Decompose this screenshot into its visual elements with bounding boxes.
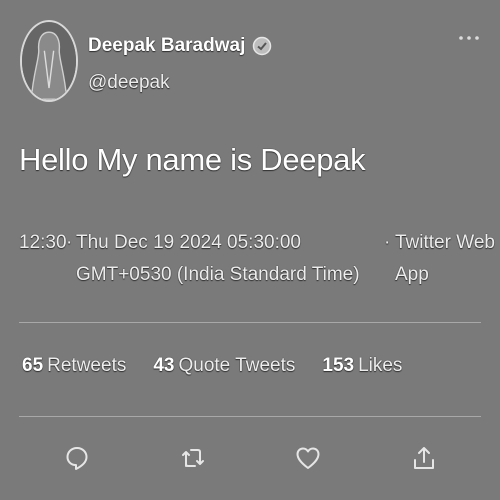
share-button[interactable]: [407, 438, 441, 478]
avatar-image: [22, 22, 76, 100]
like-button[interactable]: [291, 438, 325, 478]
share-icon: [414, 447, 434, 469]
retweets-count: 65: [22, 355, 44, 376]
tweet-date[interactable]: Thu Dec 19 2024 05:30:00 GMT+0530 (India…: [76, 227, 396, 291]
likes-stat[interactable]: 153 Likes: [322, 355, 402, 377]
tweet-stats: 65 Retweets 43 Quote Tweets 153 Likes: [22, 355, 402, 377]
quote-tweets-stat[interactable]: 43 Quote Tweets: [153, 355, 295, 377]
author-handle[interactable]: @deepak: [88, 72, 170, 94]
author-name-row[interactable]: Deepak Baradwaj: [88, 35, 272, 57]
retweets-stat[interactable]: 65 Retweets: [22, 355, 126, 377]
author-display-name[interactable]: Deepak Baradwaj: [88, 35, 245, 57]
tweet-actions: [0, 438, 500, 482]
quote-tweets-count: 43: [153, 355, 175, 376]
retweet-button[interactable]: [176, 438, 210, 478]
divider: [19, 416, 481, 417]
quote-tweets-label: Quote Tweets: [178, 355, 296, 376]
tweet-time[interactable]: 12:30: [19, 227, 67, 259]
retweets-label: Retweets: [47, 355, 127, 376]
avatar[interactable]: [20, 20, 78, 102]
likes-label: Likes: [358, 355, 403, 376]
tweet-source[interactable]: Twitter Web App: [395, 227, 500, 291]
divider: [19, 322, 481, 323]
heart-icon: [296, 447, 320, 469]
meta-separator: ·: [384, 232, 391, 253]
reply-icon: [66, 447, 88, 470]
tweet-card: Deepak Baradwaj @deepak Hello My name is…: [0, 0, 500, 500]
verified-badge-icon: [252, 36, 272, 56]
retweet-icon: [182, 449, 204, 467]
meta-separator: ·: [66, 232, 73, 253]
more-options-icon[interactable]: [457, 30, 481, 46]
reply-button[interactable]: [60, 438, 94, 478]
likes-count: 153: [322, 355, 355, 376]
tweet-text: Hello My name is Deepak: [19, 142, 366, 177]
